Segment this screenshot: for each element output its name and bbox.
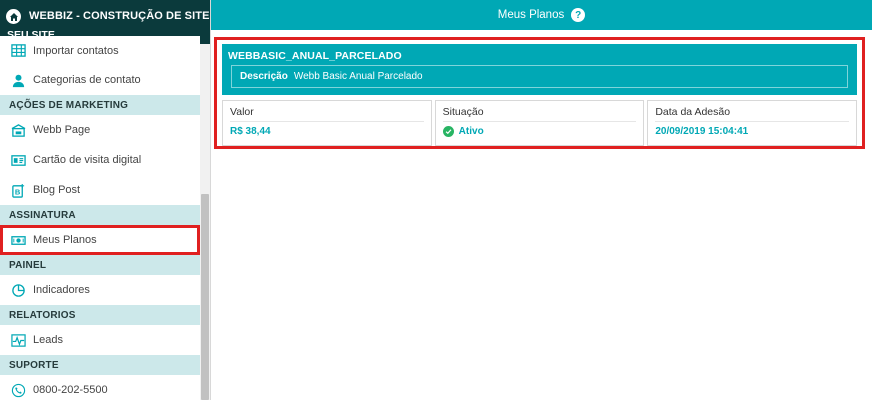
table-icon [10,43,26,59]
page-title: Meus Planos [497,9,565,21]
sidebar-item-webb-page[interactable]: Webb Page [0,115,200,145]
section-acoes-de-marketing: AÇÕES DE MARKETING [0,95,200,115]
svg-text:B: B [14,187,20,196]
help-icon[interactable]: ? [571,8,586,22]
sidebar-item-indicadores[interactable]: Indicadores [0,275,200,305]
person-icon [10,72,26,88]
plan-stats: Valor R$ 38,44 Situação Ativo Data da Ad… [222,100,858,146]
sidebar-item-importar-contatos[interactable]: Importar contatos [0,36,200,65]
sidebar-item-label: Importar contatos [33,44,119,57]
section-assinatura: ASSINATURA [0,205,200,225]
adesao-value: 20/09/2019 15:04:41 [655,126,749,137]
plan-description: Webb Basic Anual Parcelado [293,71,423,82]
plan-description-label: Descrição [240,71,288,82]
sidebar-item-label: Meus Planos [33,234,97,246]
sidebar-item-meus-planos[interactable]: Meus Planos [0,225,200,255]
sidebar: WEBBIZ - CONSTRUÇÃO DE SITES - CRIE SEU … [0,0,211,400]
sidebar-item-blog-post[interactable]: B Blog Post [0,175,200,205]
activity-chart-icon [10,332,26,348]
stat-value: 20/09/2019 15:04:41 [655,126,849,137]
sidebar-item-label: Blog Post [33,184,81,196]
stat-valor: Valor R$ 38,44 [222,100,432,146]
sidebar-item-label: Categorias de contato [33,74,141,86]
stat-label: Situação [442,106,637,122]
sidebar-item-label: 0800-202-5500 [33,384,108,396]
status-value: Ativo [458,126,484,137]
sidebar-item-leads[interactable]: Leads [0,325,200,355]
pie-chart-icon [10,282,26,298]
plan-header: WEBBASIC_ANUAL_PARCELADO Descrição Webb … [222,44,857,95]
plan-name: WEBBASIC_ANUAL_PARCELADO [228,50,402,62]
sidebar-menu: Importar contatos Categorias de contato … [0,36,200,400]
sidebar-item-label: Leads [33,334,63,346]
sidebar-item-cartao-de-visita-digital[interactable]: Cartão de visita digital [0,145,200,175]
section-painel: PAINEL [0,255,200,275]
phone-icon [10,382,26,398]
money-bill-icon [10,232,26,248]
stat-value: Ativo [442,126,637,137]
stat-value: R$ 38,44 [230,126,424,137]
top-bar: Meus Planos ? [211,0,872,30]
sidebar-item-label: Webb Page [33,124,91,136]
webpage-icon [10,122,26,138]
scrollbar-thumb[interactable] [201,194,209,400]
home-icon[interactable] [6,9,21,24]
business-card-icon [10,152,26,168]
valor-value: R$ 38,44 [230,126,271,137]
section-suporte: SUPORTE [0,355,200,375]
blog-post-icon: B [10,182,26,198]
sidebar-scrollbar[interactable] [200,44,210,400]
stat-label: Data da Adesão [655,106,850,122]
sidebar-item-label: Cartão de visita digital [33,154,142,166]
stat-data-adesao: Data da Adesão 20/09/2019 15:04:41 [647,100,858,146]
sidebar-item-label: Indicadores [33,284,90,296]
stat-label: Valor [230,106,424,122]
main-content: Meus Planos ? WEBBASIC_ANUAL_PARCELADO D… [211,0,872,400]
check-circle-icon [442,126,454,137]
plan-description-box: Descrição Webb Basic Anual Parcelado [231,65,848,88]
plan-card: WEBBASIC_ANUAL_PARCELADO Descrição Webb … [214,37,865,149]
stat-situacao: Situação Ativo [434,100,645,146]
section-relatorios: RELATORIOS [0,305,200,325]
sidebar-item-categorias-de-contato[interactable]: Categorias de contato [0,65,200,95]
sidebar-item-telefone[interactable]: 0800-202-5500 [0,375,200,400]
brand-title[interactable]: WEBBIZ - CONSTRUÇÃO DE SITES - CRIE [29,10,210,22]
